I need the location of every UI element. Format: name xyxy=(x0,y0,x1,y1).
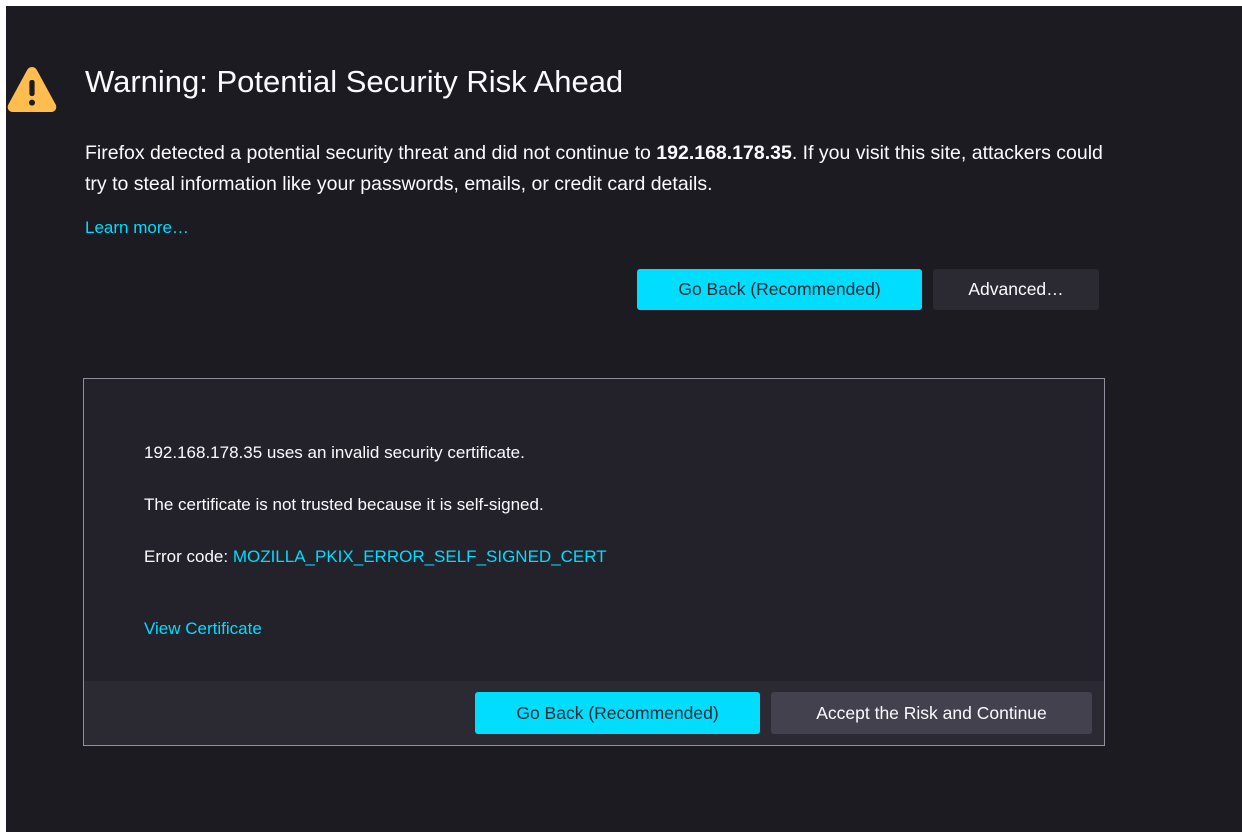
warning-description: Firefox detected a potential security th… xyxy=(85,138,1105,200)
error-code-link[interactable]: MOZILLA_PKIX_ERROR_SELF_SIGNED_CERT xyxy=(233,547,607,566)
accept-risk-button[interactable]: Accept the Risk and Continue xyxy=(771,692,1092,734)
learn-more-link[interactable]: Learn more… xyxy=(85,218,189,238)
site-host: 192.168.178.35 xyxy=(656,142,792,164)
view-certificate-link[interactable]: View Certificate xyxy=(144,619,262,639)
advanced-button[interactable]: Advanced… xyxy=(933,269,1099,310)
advanced-panel: 192.168.178.35 uses an invalid security … xyxy=(83,378,1105,746)
invalid-certificate-text: 192.168.178.35 uses an invalid security … xyxy=(144,443,525,462)
warning-triangle-icon xyxy=(7,67,57,112)
error-page: Warning: Potential Security Risk Ahead F… xyxy=(6,6,1242,832)
error-code-label: Error code: xyxy=(144,547,233,566)
panel-button-bar: Go Back (Recommended) Accept the Risk an… xyxy=(84,681,1104,745)
not-trusted-text: The certificate is not trusted because i… xyxy=(144,495,544,514)
page-title: Warning: Potential Security Risk Ahead xyxy=(85,64,624,99)
panel-go-back-button[interactable]: Go Back (Recommended) xyxy=(475,692,760,734)
error-code-line: Error code: MOZILLA_PKIX_ERROR_SELF_SIGN… xyxy=(144,547,607,567)
go-back-button[interactable]: Go Back (Recommended) xyxy=(637,269,922,310)
description-text: Firefox detected a potential security th… xyxy=(85,142,657,164)
